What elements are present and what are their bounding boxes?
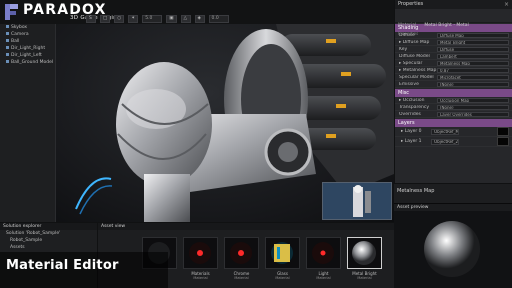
property-field[interactable]: (None) — [437, 104, 509, 110]
property-field[interactable]: Metalness Map — [437, 60, 509, 66]
entity-icon — [6, 25, 9, 28]
app-window: PARADOX 3D Game Engine S □ ○ ✶ 5.0 ▣ △ ◈… — [0, 0, 512, 288]
title-bar: PARADOX 3D Game Engine S □ ○ ✶ 5.0 ▣ △ ◈… — [0, 0, 394, 24]
tree-item[interactable]: Dir_Light_Left — [0, 52, 55, 59]
property-row: Emissive (None) — [395, 81, 512, 88]
layer-thumbnail[interactable] — [497, 137, 509, 146]
snap-field[interactable]: 5.0 — [142, 14, 163, 23]
property-row: Specular Model Microfacet — [395, 74, 512, 81]
paradox-logo-icon — [5, 4, 18, 20]
property-row: ▸ Occlusion Occlusion Map — [395, 97, 512, 104]
properties-header: Material Metal Bright - Metal Properties — [395, 9, 512, 36]
entity-icon — [6, 53, 9, 56]
material-sphere-icon — [189, 242, 211, 264]
layer-thumbnail[interactable] — [497, 127, 509, 136]
property-row: ▸ Diffuse Map Metal_Bright — [395, 39, 512, 46]
section-layers[interactable]: Layers — [395, 119, 512, 127]
asset-tile[interactable]: Materials Material — [183, 237, 218, 285]
entity-icon — [6, 32, 9, 35]
entity-icon — [6, 39, 9, 42]
layer-field[interactable]: ObjectRef_2 — [431, 138, 459, 145]
property-field[interactable]: Occlusion Map — [437, 97, 509, 103]
asset-tile-selected[interactable]: Metal Bright Material — [347, 237, 382, 285]
property-row: Diffuse Diffuse Map — [395, 32, 512, 39]
toolbar-button-rotate[interactable]: ○ — [114, 14, 125, 23]
property-field[interactable]: Diffuse — [437, 46, 509, 52]
toolbar-button-scale[interactable]: ✶ — [128, 14, 139, 23]
solution-title: Solution explorer — [0, 223, 97, 230]
asset-tile[interactable]: Light Material — [306, 237, 341, 285]
layer-row: ▸ Layer 1 ObjectRef_2 — [395, 137, 512, 147]
asset-thumbnail — [347, 237, 382, 269]
property-row: Diffuse Model Lambert — [395, 53, 512, 60]
header-value: Metal Bright - Metal — [424, 23, 469, 28]
material-map-label: Metalness Map — [397, 188, 435, 194]
property-field[interactable]: Metal_Bright — [437, 39, 509, 45]
property-row: Key Diffuse — [395, 46, 512, 53]
properties-title: Properties × — [395, 0, 512, 9]
property-row: ▸ Metalness Map 0.87 — [395, 67, 512, 74]
toolbar-button-camera[interactable]: △ — [180, 14, 191, 23]
material-sphere-icon — [230, 242, 252, 264]
solution-item[interactable]: Assets — [0, 244, 97, 251]
asset-thumbnail — [306, 237, 341, 269]
tree-item[interactable]: Ball_Ground Model — [0, 59, 55, 66]
preview-sphere — [424, 221, 480, 277]
section-misc[interactable]: Misc — [395, 89, 512, 97]
entity-icon — [6, 46, 9, 49]
property-field[interactable]: Layer Overrides — [437, 111, 509, 117]
layer-row: ▸ Layer 0ObjectRef_Mat — [395, 127, 512, 137]
asset-thumbnail — [265, 237, 300, 269]
property-field[interactable]: Lambert — [437, 53, 509, 59]
material-sphere-icon — [352, 241, 376, 265]
property-field[interactable]: 0.87 — [437, 67, 509, 73]
layer-field[interactable]: ObjectRef_Mat — [431, 128, 459, 135]
material-map-bar: Metalness Map — [394, 183, 512, 203]
solution-item[interactable]: Robot_Sample — [0, 237, 97, 244]
inset-render — [323, 183, 391, 219]
asset-grid: Materials Material Chrome Material Glass… — [142, 237, 382, 285]
property-row: Transparency (None) — [395, 104, 512, 111]
camera-preview-inset — [322, 182, 392, 220]
asset-view-title: Asset view — [98, 223, 394, 230]
toolbar-button-translate[interactable]: □ — [100, 14, 111, 23]
asset-thumbnail — [183, 237, 218, 269]
asset-tile[interactable]: Chrome Material — [224, 237, 259, 285]
material-sphere-icon — [271, 242, 293, 264]
tree-item[interactable]: Skybox — [0, 24, 55, 31]
property-row: Overrides Layer Overrides — [395, 111, 512, 118]
tree-item[interactable]: Ball — [0, 38, 55, 45]
property-field[interactable]: Diffuse Map — [437, 32, 509, 38]
toolbar-button-render[interactable]: ◈ — [194, 14, 205, 23]
tree-item[interactable]: Camera — [0, 31, 55, 38]
entity-icon — [6, 60, 9, 63]
close-icon[interactable]: × — [504, 0, 509, 9]
property-field[interactable]: (None) — [437, 81, 509, 87]
toolbar-button-grid[interactable]: ▣ — [166, 14, 177, 23]
tree-item[interactable]: Dir_Light_Right — [0, 45, 55, 52]
solution-item[interactable]: Solution 'Robot_Sample' — [0, 230, 97, 237]
property-row: ▸ Specular Metalness Map — [395, 60, 512, 67]
asset-thumbnail — [224, 237, 259, 269]
property-field[interactable]: Microfacet — [437, 74, 509, 80]
properties-panel: Properties × Material Metal Bright - Met… — [394, 0, 512, 183]
scene-tree-panel: Skybox Camera Ball Dir_Light_Right Dir_L… — [0, 24, 56, 222]
viewport-toolbar: S □ ○ ✶ 5.0 ▣ △ ◈ 0.0 — [82, 13, 394, 24]
material-sphere-icon — [312, 242, 334, 264]
asset-preview-panel: Asset preview — [394, 203, 512, 288]
camera-speed-field[interactable]: 0.0 — [208, 14, 229, 23]
asset-tile[interactable]: Glass Material — [265, 237, 300, 285]
toolbar-button-select[interactable]: S — [86, 14, 96, 23]
preview-title: Asset preview — [394, 204, 512, 211]
caption: Material Editor — [6, 258, 119, 273]
